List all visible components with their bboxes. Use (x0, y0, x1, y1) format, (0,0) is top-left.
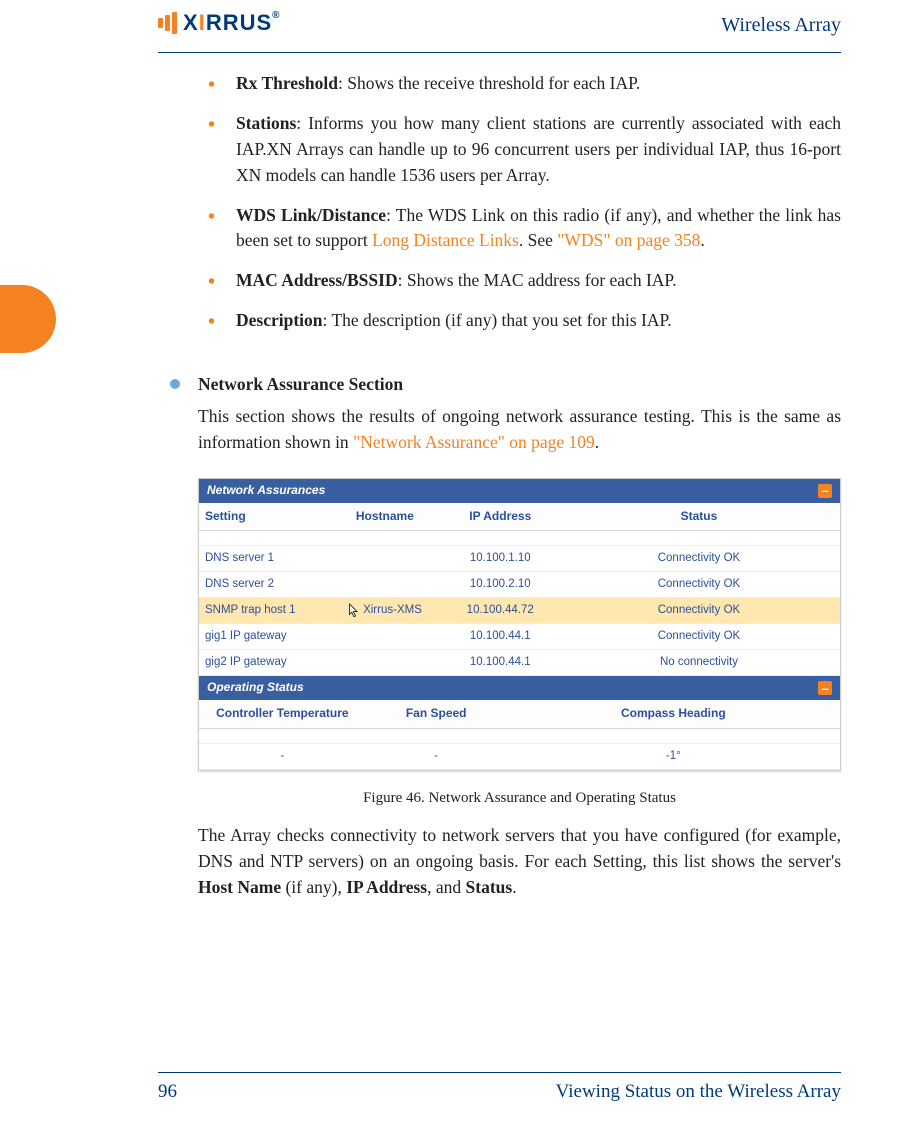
cell-ip: 10.100.44.72 (443, 598, 558, 624)
col-heading: Compass Heading (507, 700, 840, 728)
col-fan: Fan Speed (366, 700, 507, 728)
bullet-stations: Stations: Informs you how many client st… (236, 111, 841, 189)
col-status: Status (558, 503, 840, 531)
text: (if any), (281, 877, 346, 897)
cell-temp: - (199, 743, 366, 769)
cell-status: No connectivity (558, 650, 840, 676)
bullet-text: : Shows the receive threshold for each I… (338, 73, 640, 93)
brand-text: XIRRUS® (183, 10, 281, 36)
bullet-mac: MAC Address/BSSID: Shows the MAC address… (236, 268, 841, 294)
table-header-row: Setting Hostname IP Address Status (199, 503, 840, 531)
brand-rrus: RRUS (206, 10, 272, 35)
paragraph-after-figure: The Array checks connectivity to network… (198, 823, 841, 901)
text: , and (427, 877, 465, 897)
table-row (199, 531, 840, 546)
page-content: Rx Threshold: Shows the receive threshol… (158, 71, 841, 901)
bullet-text: . See (519, 230, 557, 250)
figure-panel: Network Assurances – Setting Hostname IP… (198, 478, 841, 771)
term: Rx Threshold (236, 73, 338, 93)
cell-setting: SNMP trap host 1 (199, 598, 327, 624)
operating-status-table: Controller Temperature Fan Speed Compass… (199, 700, 840, 770)
text: The Array checks connectivity to network… (198, 825, 841, 871)
link-network-assurance[interactable]: "Network Assurance" on page 109 (353, 432, 595, 452)
chapter-title: Viewing Status on the Wireless Array (556, 1081, 841, 1103)
cell-setting: DNS server 2 (199, 572, 327, 598)
col-hostname: Hostname (327, 503, 442, 531)
bullet-text: . (700, 230, 704, 250)
network-assurance-table: Setting Hostname IP Address Status DNS s… (199, 503, 840, 677)
cell-ip: 10.100.1.10 (443, 546, 558, 572)
term: MAC Address/BSSID (236, 270, 398, 290)
cursor-icon (348, 602, 360, 618)
table-row: DNS server 2 10.100.2.10 Connectivity OK (199, 572, 840, 598)
bullet-text: : Shows the MAC address for each IAP. (398, 270, 677, 290)
brand-i: I (199, 10, 206, 35)
cell-status: Connectivity OK (558, 546, 840, 572)
panel-header-operating-status: Operating Status – (199, 676, 840, 700)
section-heading: Network Assurance Section (198, 372, 841, 398)
cell-host: Xirrus-XMS (327, 598, 442, 624)
brand-x: X (183, 10, 199, 35)
panel-title: Network Assurances (207, 482, 325, 500)
bold-ip: IP Address (346, 877, 427, 897)
section-body: This section shows the results of ongoin… (198, 404, 841, 456)
term: WDS Link/Distance (236, 205, 386, 225)
cell-setting: DNS server 1 (199, 546, 327, 572)
cell-host (327, 572, 442, 598)
cell-setting: gig1 IP gateway (199, 624, 327, 650)
cell-ip: 10.100.2.10 (443, 572, 558, 598)
cell-heading: -1° (507, 743, 840, 769)
bullet-text: : The description (if any) that you set … (323, 310, 672, 330)
col-setting: Setting (199, 503, 327, 531)
cell-fan: - (366, 743, 507, 769)
cell-host-text: Xirrus-XMS (363, 604, 422, 616)
page-footer: 96 Viewing Status on the Wireless Array (158, 1072, 841, 1103)
cell-setting: gig2 IP gateway (199, 650, 327, 676)
cell-ip: 10.100.44.1 (443, 624, 558, 650)
panel-title: Operating Status (207, 679, 304, 697)
bullet-list: Rx Threshold: Shows the receive threshol… (236, 71, 841, 334)
term: Description (236, 310, 323, 330)
logo-bars-icon (158, 12, 177, 34)
bullet-text: : Informs you how many client stations a… (236, 113, 841, 185)
cell-host (327, 650, 442, 676)
col-ip: IP Address (443, 503, 558, 531)
bold-status: Status (466, 877, 513, 897)
cell-host (327, 546, 442, 572)
cell-host (327, 624, 442, 650)
table-row: gig1 IP gateway 10.100.44.1 Connectivity… (199, 624, 840, 650)
text: . (512, 877, 516, 897)
link-wds-page[interactable]: "WDS" on page 358 (557, 230, 700, 250)
link-long-distance[interactable]: Long Distance Links (372, 230, 519, 250)
section-text: . (595, 432, 599, 452)
figure-46: Network Assurances – Setting Hostname IP… (198, 478, 841, 901)
page-header: XIRRUS® Wireless Array (158, 0, 841, 53)
figure-caption: Figure 46. Network Assurance and Operati… (198, 787, 841, 809)
table-row-highlighted: SNMP trap host 1 Xirrus-XMS 10.100.44.72… (199, 598, 840, 624)
side-tab-decoration (0, 285, 56, 353)
collapse-icon[interactable]: – (818, 681, 832, 695)
cell-ip: 10.100.44.1 (443, 650, 558, 676)
table-row (199, 728, 840, 743)
cell-status: Connectivity OK (558, 624, 840, 650)
bold-hostname: Host Name (198, 877, 281, 897)
term: Stations (236, 113, 296, 133)
header-title: Wireless Array (721, 14, 841, 37)
bullet-rx-threshold: Rx Threshold: Shows the receive threshol… (236, 71, 841, 97)
bullet-description: Description: The description (if any) th… (236, 308, 841, 334)
registered-mark: ® (272, 10, 280, 21)
table-row: DNS server 1 10.100.1.10 Connectivity OK (199, 546, 840, 572)
table-row: - - -1° (199, 743, 840, 769)
table-header-row: Controller Temperature Fan Speed Compass… (199, 700, 840, 728)
page-number: 96 (158, 1081, 177, 1103)
panel-header-network-assurances: Network Assurances – (199, 479, 840, 503)
brand-logo: XIRRUS® (158, 10, 281, 36)
collapse-icon[interactable]: – (818, 484, 832, 498)
table-row: gig2 IP gateway 10.100.44.1 No connectiv… (199, 650, 840, 676)
cell-status: Connectivity OK (558, 598, 840, 624)
cell-status: Connectivity OK (558, 572, 840, 598)
bullet-wds: WDS Link/Distance: The WDS Link on this … (236, 203, 841, 255)
col-temp: Controller Temperature (199, 700, 366, 728)
